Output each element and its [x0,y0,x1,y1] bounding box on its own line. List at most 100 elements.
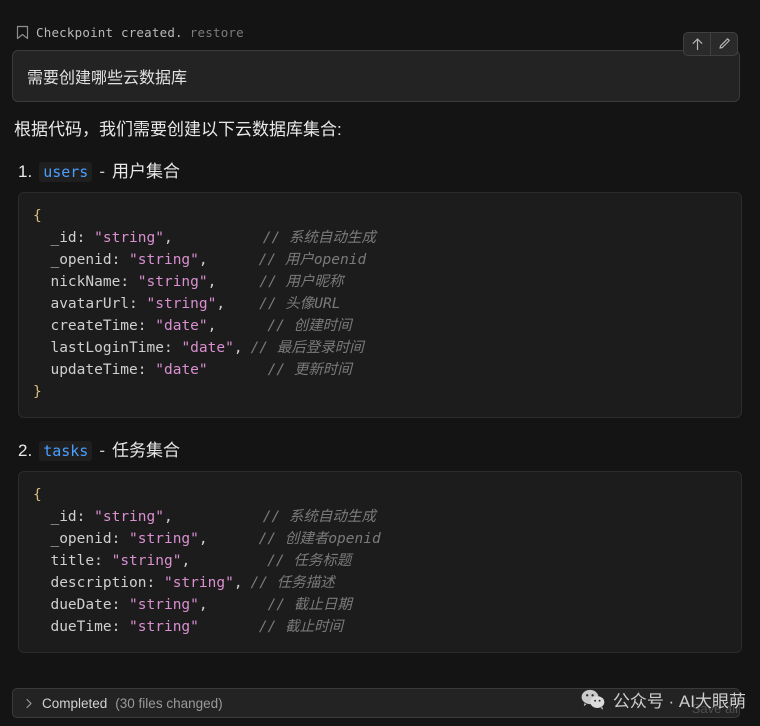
code-comment: // 截止时间 [259,619,343,635]
code-value: "string" [129,597,199,613]
code-value: "string" [138,274,208,290]
code-comment: // 用户openid [259,252,367,268]
code-value: "string" [129,252,199,268]
code-comment: // 截止日期 [268,597,352,613]
code-key: dueDate [50,597,111,613]
pencil-icon [718,37,731,51]
code-key: description [50,575,146,591]
code-line: avatarUrl: "string",// 头像URL [33,293,727,315]
edit-button[interactable] [711,33,737,55]
code-value: "string" [112,553,182,569]
code-line: updateTime: "date"// 更新时间 [33,359,727,381]
code-value: "string" [94,230,164,246]
code-comment: // 创建时间 [267,318,351,334]
code-comment: // 任务描述 [251,575,335,591]
assistant-message: 根据代码，我们需要创建以下云数据库集合: 1. users - 用户集合 { _… [0,102,760,653]
code-key: updateTime [50,362,137,378]
list-dash: - [99,162,105,182]
code-comma: , [181,553,190,569]
code-block-tasks[interactable]: { _id: "string",// 系统自动生成 _openid: "stri… [18,471,742,653]
code-value: "string" [147,296,217,312]
code-line: _openid: "string",// 创建者openid [33,528,727,550]
list-number: 1. [18,162,32,182]
prompt-input[interactable]: 需要创建哪些云数据库 [12,50,740,102]
code-comma: , [164,230,173,246]
list-item: 2. tasks - 任务集合 [14,436,742,461]
content-fade-mask [0,676,760,682]
code-key: avatarUrl [50,296,129,312]
code-key: lastLoginTime [50,340,164,356]
code-key: title [50,553,94,569]
code-line: dueTime: "string"// 截止时间 [33,616,727,638]
code-value: "string" [129,619,199,635]
code-line: nickName: "string",// 用户昵称 [33,271,727,293]
code-open-brace: { [33,208,42,224]
code-comment: // 任务标题 [267,553,351,569]
list-item: 1. users - 用户集合 [14,157,742,182]
code-comma: , [234,340,243,356]
code-line: { [33,484,727,506]
status-bar[interactable]: Completed (30 files changed) [12,688,740,718]
prompt-action-group [683,32,738,56]
code-value: "date" [155,318,207,334]
code-value: "string" [164,575,234,591]
code-line: _id: "string",// 系统自动生成 [33,506,727,528]
code-key: _openid [50,531,111,547]
code-comma: , [199,531,208,547]
code-comma: , [164,509,173,525]
code-comma: , [208,318,217,334]
code-key: _id [50,230,76,246]
code-open-brace: { [33,487,42,503]
code-value: "date" [155,362,207,378]
code-value: "string" [129,531,199,547]
prompt-area: 需要创建哪些云数据库 [0,44,760,102]
code-comment: // 系统自动生成 [263,509,376,525]
bookmark-icon [16,25,29,40]
code-line: title: "string",// 任务标题 [33,550,727,572]
collection-name-code: tasks [39,441,92,461]
code-key: nickName [50,274,120,290]
send-button[interactable] [684,33,710,55]
collection-name-code: users [39,162,92,182]
list-number: 2. [18,441,32,461]
arrow-up-icon [691,37,704,51]
code-line: lastLoginTime: "date",// 最后登录时间 [33,337,727,359]
code-line: _openid: "string",// 用户openid [33,249,727,271]
checkpoint-text: Checkpoint created. [36,25,183,40]
code-comment: // 最后登录时间 [251,340,364,356]
code-key: createTime [50,318,137,334]
code-value: "string" [94,509,164,525]
code-line: description: "string",// 任务描述 [33,572,727,594]
code-comment: // 用户昵称 [259,274,343,290]
code-key: _id [50,509,76,525]
message-intro: 根据代码，我们需要创建以下云数据库集合: [14,118,742,143]
collection-description: 用户集合 [112,157,180,182]
code-line: createTime: "date",// 创建时间 [33,315,727,337]
code-line: _id: "string",// 系统自动生成 [33,227,727,249]
code-comment: // 更新时间 [268,362,352,378]
status-label: Completed [42,696,107,711]
checkpoint-row: Checkpoint created. restore [0,0,760,44]
prompt-input-value: 需要创建哪些云数据库 [27,64,187,88]
code-line: { [33,205,727,227]
restore-link[interactable]: restore [190,25,244,40]
status-detail: (30 files changed) [115,696,222,711]
code-comma: , [234,575,243,591]
code-key: dueTime [50,619,111,635]
code-comment: // 头像URL [259,296,340,312]
chevron-right-icon[interactable] [25,698,34,709]
code-block-users[interactable]: { _id: "string",// 系统自动生成 _openid: "stri… [18,192,742,418]
code-close-brace: } [33,384,42,400]
code-value: "date" [181,340,233,356]
code-comment: // 系统自动生成 [263,230,376,246]
code-comma: , [199,597,208,613]
code-comment: // 创建者openid [259,531,381,547]
code-line: } [33,381,727,403]
code-comma: , [208,274,217,290]
code-comma: , [216,296,225,312]
code-comma: , [199,252,208,268]
collection-description: 任务集合 [112,436,180,461]
list-dash: - [99,441,105,461]
code-line: dueDate: "string",// 截止日期 [33,594,727,616]
code-key: _openid [50,252,111,268]
